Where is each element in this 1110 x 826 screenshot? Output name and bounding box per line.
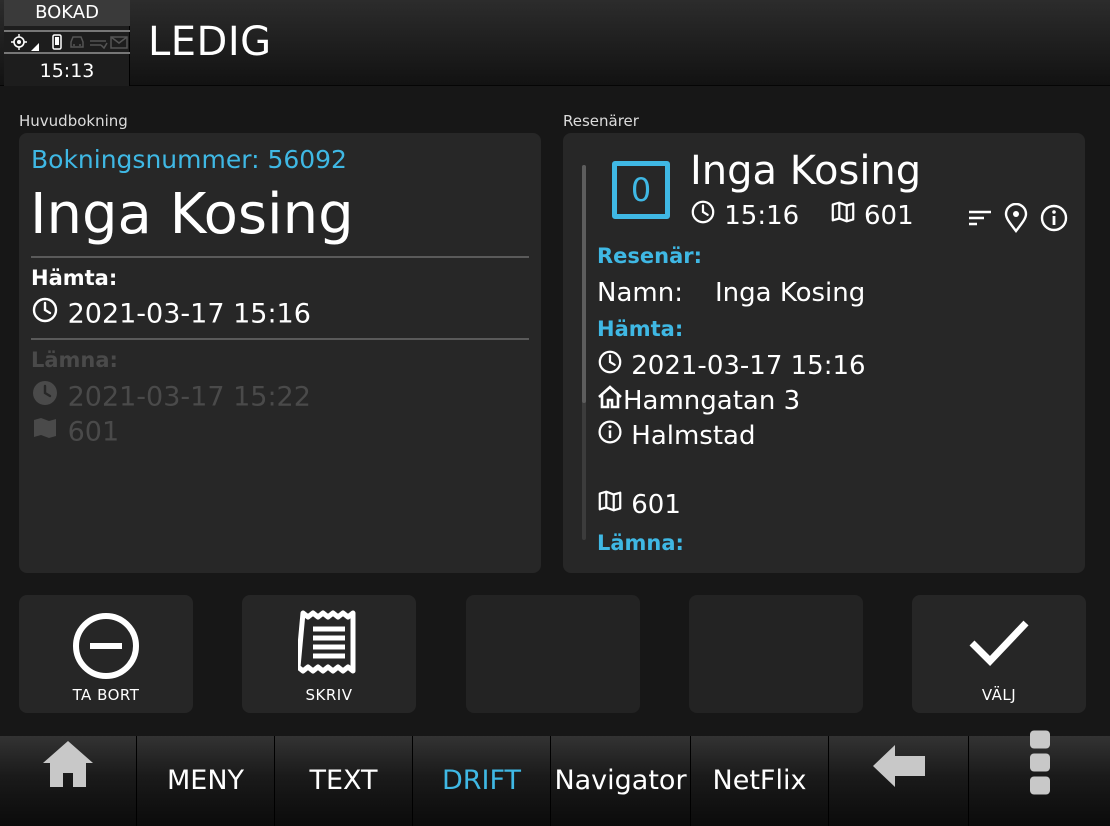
passenger-time: 15:16 xyxy=(724,201,800,231)
phone-icon xyxy=(51,33,63,56)
passenger-area: 601 xyxy=(864,201,914,231)
map-pin-icon[interactable] xyxy=(1003,202,1029,237)
passenger-name: Inga Kosing xyxy=(690,148,922,194)
dropoff-area-row: 601 xyxy=(31,414,119,452)
nav-more[interactable] xyxy=(969,730,1110,826)
passenger-actions xyxy=(967,202,1071,234)
status-label: BOKAD xyxy=(4,0,130,26)
dropoff-label: Lämna: xyxy=(31,348,118,372)
signal-bars-icon xyxy=(88,33,108,56)
divider xyxy=(31,338,529,340)
page-title: LEDIG xyxy=(148,19,272,65)
nav-menu[interactable]: MENY xyxy=(137,736,275,826)
passenger-label: Resenär: xyxy=(597,244,703,268)
checkmark-icon xyxy=(968,617,1030,671)
passenger-area-row: 601 xyxy=(597,488,681,523)
empty-button-slot xyxy=(466,595,640,713)
nav-netflix[interactable]: NetFlix xyxy=(691,736,829,826)
nav-navigator[interactable]: Navigator xyxy=(551,736,691,826)
home-icon xyxy=(597,384,623,419)
remove-button[interactable]: TA BORT xyxy=(19,595,193,713)
remove-button-label: TA BORT xyxy=(72,686,140,704)
sort-icon[interactable] xyxy=(967,206,993,234)
passenger-dropoff-label: Lämna: xyxy=(597,531,684,555)
back-arrow-icon xyxy=(871,736,927,826)
pickup-label: Hämta: xyxy=(31,266,118,290)
passenger-card[interactable]: 0 Inga Kosing 15:16 601 Resenär: Namn: In… xyxy=(563,133,1085,573)
passenger-pickup-label: Hämta: xyxy=(597,317,684,341)
pickup-time-row: 2021-03-17 15:16 xyxy=(31,296,311,334)
scrollbar-thumb[interactable] xyxy=(582,165,586,403)
minus-circle-icon xyxy=(71,611,141,685)
more-vertical-icon xyxy=(1028,730,1052,826)
main-booking-card[interactable]: Bokningsnummer: 56092 Inga Kosing Hämta:… xyxy=(19,133,541,573)
passenger-address-row: Hamngatan 3 xyxy=(597,384,800,419)
nav-drift[interactable]: DRIFT xyxy=(413,736,551,826)
dropoff-area: 601 xyxy=(67,416,120,448)
map-icon xyxy=(597,488,623,523)
booking-name: Inga Kosing xyxy=(30,182,354,247)
top-bar: BOKAD 15:13 LEDIG xyxy=(0,0,1110,86)
passenger-namn-row: Namn: Inga Kosing xyxy=(597,276,865,310)
namn-key: Namn: xyxy=(597,278,683,308)
clock-icon xyxy=(597,349,623,384)
map-icon xyxy=(31,414,59,452)
status-box[interactable]: BOKAD 15:13 xyxy=(4,0,130,86)
passenger-count-badge: 0 xyxy=(612,161,670,219)
clock-icon xyxy=(31,296,59,334)
namn-value: Inga Kosing xyxy=(715,278,866,308)
select-button[interactable]: VÄLJ xyxy=(912,595,1086,713)
passenger-pickup-time-row: 2021-03-17 15:16 xyxy=(597,349,866,384)
status-time: 15:13 xyxy=(39,60,95,82)
print-button-label: SKRIV xyxy=(305,686,353,704)
dropoff-time: 2021-03-17 15:22 xyxy=(67,381,311,413)
bottom-navigation: MENY TEXT DRIFT Navigator NetFlix xyxy=(0,730,1110,826)
nav-text[interactable]: TEXT xyxy=(275,736,413,826)
passenger-address: Hamngatan 3 xyxy=(623,386,801,416)
passenger-pickup-area: 601 xyxy=(631,490,681,520)
passenger-city: Halmstad xyxy=(631,421,756,451)
taxi-icon xyxy=(68,33,86,56)
mail-icon xyxy=(110,33,128,56)
print-button[interactable]: SKRIV xyxy=(242,595,416,713)
divider xyxy=(31,256,529,258)
passenger-meta: 15:16 601 xyxy=(690,199,914,234)
empty-button-slot xyxy=(689,595,863,713)
passenger-city-row: Halmstad xyxy=(597,419,755,454)
select-button-label: VÄLJ xyxy=(981,686,1017,704)
receipt-icon xyxy=(295,609,360,679)
passenger-pickup-time: 2021-03-17 15:16 xyxy=(631,351,866,381)
clock-icon xyxy=(31,379,59,417)
map-icon xyxy=(830,199,856,234)
clock-icon xyxy=(690,199,716,234)
main-booking-section-label: Huvudbokning xyxy=(19,112,128,130)
home-icon xyxy=(41,736,95,826)
dropoff-time-row: 2021-03-17 15:22 xyxy=(31,379,311,417)
booking-number: Bokningsnummer: 56092 xyxy=(31,145,347,174)
nav-back[interactable] xyxy=(829,736,969,826)
pickup-time: 2021-03-17 15:16 xyxy=(67,298,311,330)
status-icons xyxy=(4,30,130,54)
signal-icon xyxy=(31,38,39,56)
location-icon xyxy=(10,33,28,56)
passengers-section-label: Resenärer xyxy=(563,112,639,130)
info-icon xyxy=(597,419,623,454)
info-icon[interactable] xyxy=(1039,203,1069,237)
nav-home[interactable] xyxy=(0,736,137,826)
